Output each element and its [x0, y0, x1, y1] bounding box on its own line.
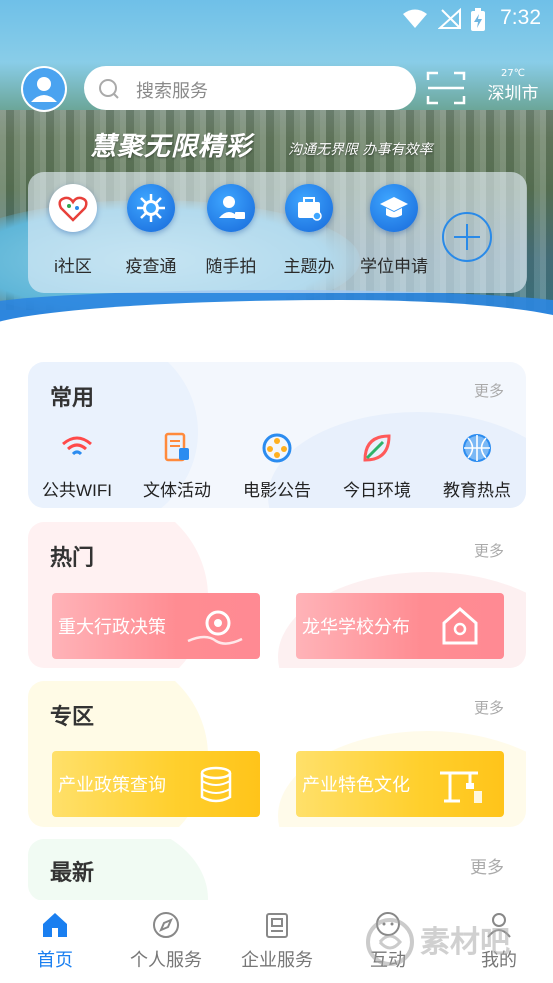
service-label: 公共WIFI	[42, 481, 112, 500]
leaf-icon	[363, 434, 391, 462]
quick-item-theme[interactable]: 主题办	[274, 184, 344, 277]
zone-more-link[interactable]: 更多	[474, 697, 504, 718]
briefcase-icon	[285, 184, 333, 232]
school-house-icon	[442, 607, 478, 645]
quick-item-photo[interactable]: 随手拍	[196, 184, 266, 277]
quick-item-degree[interactable]: 学位申请	[359, 184, 429, 277]
quick-item-label: 疫查通	[125, 257, 177, 276]
quick-item-label: 学位申请	[360, 257, 428, 276]
coin-stack-icon	[200, 766, 232, 803]
service-label: 今日环境	[343, 481, 411, 500]
tile-industry-policy[interactable]: 产业政策查询	[52, 751, 260, 817]
hot-more-link[interactable]: 更多	[474, 540, 504, 561]
service-wifi[interactable]: 公共WIFI	[32, 430, 122, 501]
service-environment[interactable]: 今日环境	[332, 430, 422, 501]
common-card: 常用 更多 公共WIFI 文体活动 电影公告 今日环境 教育热点	[28, 362, 526, 508]
compass-icon	[153, 912, 179, 938]
watermark-logo: 素材吧	[366, 918, 510, 966]
nav-home[interactable]: 首页	[0, 910, 110, 972]
quick-item-label: i社区	[54, 257, 92, 276]
svg-text:素材吧: 素材吧	[420, 925, 510, 960]
service-education[interactable]: 教育热点	[432, 430, 522, 501]
quick-item-label: 主题办	[283, 257, 335, 276]
nav-enterprise[interactable]: 企业服务	[222, 910, 332, 972]
service-movie[interactable]: 电影公告	[232, 430, 322, 501]
crane-icon	[440, 771, 482, 803]
building-icon	[266, 913, 288, 938]
status-bar: 7:32	[0, 0, 553, 38]
graduation-cap-icon	[370, 184, 418, 232]
latest-title: 最新	[50, 861, 95, 886]
service-culture[interactable]: 文体活动	[132, 430, 222, 501]
film-reel-icon	[262, 433, 292, 463]
weather-city: 深圳市	[487, 84, 539, 103]
search-placeholder: 搜索服务	[136, 81, 208, 101]
wifi-status-icon	[403, 9, 427, 28]
clock: 7:32	[500, 6, 541, 29]
hot-card: 热门 更多 重大行政决策 龙华学校分布	[28, 522, 526, 668]
nav-label: 首页	[37, 950, 73, 970]
signal-off-icon	[438, 8, 461, 29]
service-label: 电影公告	[243, 481, 311, 500]
tile-industry-culture[interactable]: 产业特色文化	[296, 751, 504, 817]
tile-policy-decision[interactable]: 重大行政决策	[52, 593, 260, 659]
quick-item-label: 随手拍	[205, 257, 257, 276]
person-camera-icon	[207, 184, 255, 232]
search-input[interactable]: 搜索服务	[84, 66, 416, 110]
add-service-button[interactable]	[442, 212, 492, 262]
banner-slogan: 慧聚无限精彩	[90, 132, 253, 162]
ball-icon	[463, 434, 491, 462]
tile-label: 产业特色文化	[302, 775, 410, 795]
avatar[interactable]	[21, 66, 67, 112]
scan-icon[interactable]	[426, 70, 466, 106]
latest-card: 最新 更多	[28, 839, 526, 901]
tile-label: 产业政策查询	[58, 775, 166, 795]
search-icon	[99, 79, 119, 99]
tile-label: 龙华学校分布	[302, 617, 410, 637]
tile-school-distribution[interactable]: 龙华学校分布	[296, 593, 504, 659]
nav-personal[interactable]: 个人服务	[111, 910, 221, 972]
battery-charging-icon	[471, 8, 485, 31]
service-label: 教育热点	[443, 481, 511, 500]
common-more-link[interactable]: 更多	[474, 380, 504, 401]
latest-more-link[interactable]: 更多	[470, 853, 504, 878]
weather-temp: 27℃	[501, 68, 525, 79]
wifi-icon	[62, 436, 92, 456]
gear-hand-icon	[187, 610, 243, 645]
zone-title: 专区	[50, 705, 95, 730]
service-label: 文体活动	[143, 481, 211, 500]
virus-icon	[127, 184, 175, 232]
quick-item-virus[interactable]: 疫查通	[116, 184, 186, 277]
banner-slogan-sub: 沟通无界限 办事有效率	[288, 142, 433, 158]
common-title: 常用	[50, 386, 95, 411]
hot-title: 热门	[50, 546, 95, 571]
quick-item-community[interactable]: i社区	[38, 184, 108, 277]
nav-label: 企业服务	[241, 950, 313, 970]
quick-services-panel: i社区 疫查通 随手拍 主题办 学位申请	[28, 172, 527, 293]
heart-community-icon	[49, 184, 97, 232]
weather-widget[interactable]: 27℃ 深圳市	[480, 68, 546, 104]
zone-card: 专区 更多 产业政策查询 产业特色文化	[28, 681, 526, 827]
tile-label: 重大行政决策	[58, 617, 166, 637]
document-icon	[164, 432, 189, 462]
avatar-user-icon	[23, 68, 65, 110]
nav-label: 个人服务	[130, 950, 202, 970]
home-icon	[43, 913, 67, 937]
